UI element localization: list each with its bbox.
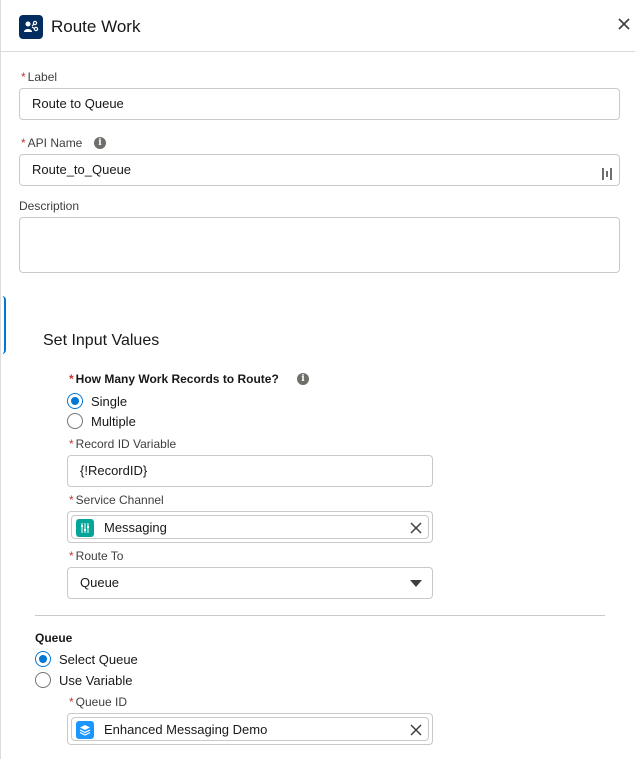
queue-section-title: Queue [35,631,73,645]
description-field-label: Description [19,199,80,213]
label-input[interactable]: Route to Queue [19,88,620,120]
service-channel-value: Messaging [104,520,167,535]
route-to-value: Queue [80,575,120,590]
panel-title: Route Work [51,17,141,36]
service-channel-lookup[interactable]: Messaging [67,511,433,543]
selected-pill[interactable]: Messaging [71,515,429,539]
required-marker: * [69,437,74,451]
remove-icon[interactable] [410,522,422,534]
set-input-values-title: Set Input Values [43,332,160,349]
required-marker: * [21,136,26,150]
close-icon[interactable] [618,18,634,34]
service-channel-label: * Service Channel [69,493,164,507]
radio-label: Single [91,393,128,409]
required-marker: * [69,372,74,386]
merge-field-icon[interactable] [601,163,613,180]
queue-id-value: Enhanced Messaging Demo [104,722,268,737]
remove-icon[interactable] [410,724,422,736]
radio-button[interactable] [67,413,83,429]
info-icon[interactable]: i [297,373,309,385]
selected-pill[interactable]: Enhanced Messaging Demo [71,717,429,741]
queue-icon [76,721,94,739]
route-work-icon [19,15,43,39]
radio-option-multiple[interactable]: Multiple [67,412,136,430]
radio-button[interactable] [67,393,83,409]
route-work-panel: Route Work * Label Route to Queue * API Na… [0,0,635,759]
radio-option-single[interactable]: Single [67,392,127,410]
left-edge-handle [1,296,6,354]
api-name-value: Route_to_Queue [32,162,132,177]
radio-label: Select Queue [59,651,138,667]
api-name-field-label: * API Name [21,136,83,150]
radio-button[interactable] [35,672,51,688]
queue-id-lookup[interactable]: Enhanced Messaging Demo [67,713,433,745]
required-marker: * [69,695,74,709]
radio-label: Use Variable [59,672,133,688]
api-name-input[interactable]: Route_to_Queue [19,154,620,186]
how-many-label: * How Many Work Records to Route? [69,372,279,386]
record-id-label: * Record ID Variable [69,437,177,451]
channel-icon [76,519,94,537]
required-marker: * [69,493,74,507]
section-divider [35,615,605,616]
description-textarea[interactable] [19,217,620,273]
route-to-label: * Route To [69,549,124,563]
queue-id-label: * Queue ID [69,695,128,709]
info-icon[interactable]: i [94,137,106,149]
required-marker: * [69,549,74,563]
label-field-label: * Label [21,70,58,84]
radio-button[interactable] [35,651,51,667]
panel-header: Route Work [1,0,635,52]
radio-label: Multiple [91,413,136,429]
required-marker: * [21,70,26,84]
route-to-select[interactable]: Queue [67,567,433,599]
record-id-input[interactable]: {!RecordID} [67,455,433,487]
chevron-down-icon [410,580,422,587]
radio-option-select-queue[interactable]: Select Queue [35,650,138,668]
radio-option-use-variable[interactable]: Use Variable [35,671,132,689]
